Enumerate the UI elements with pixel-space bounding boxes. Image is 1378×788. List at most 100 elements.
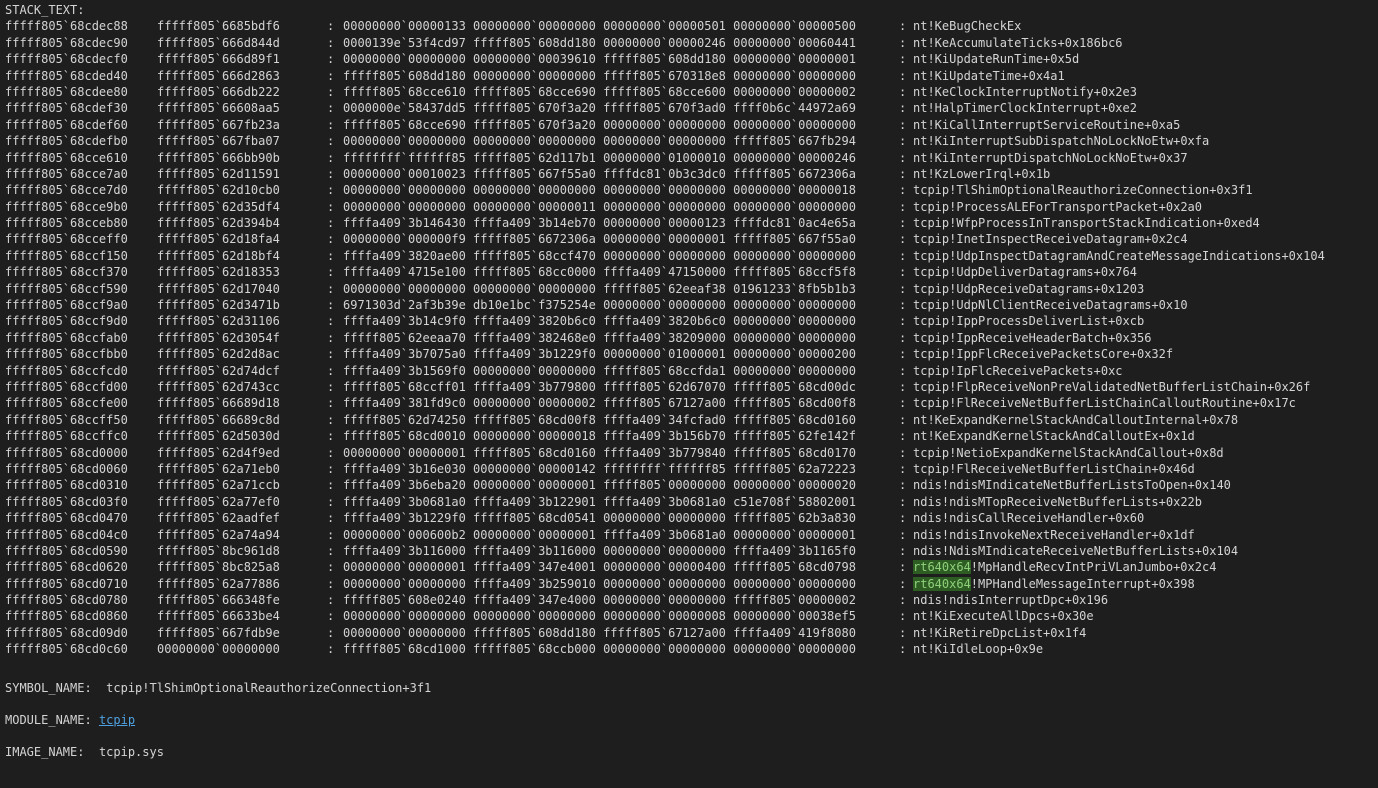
frame-module: nt <box>913 35 928 50</box>
frame-args: fffff805`68cce610 fffff805`68cce690 ffff… <box>343 84 856 99</box>
child-sp: fffff805`68cdef60 <box>5 117 128 132</box>
stack-frame-row: fffff805`68ccfbb0 fffff805`62d2d8ac: ffffa… <box>5 346 1378 362</box>
stack-frame-row: fffff805`68ccfab0 fffff805`62d3054f: fffff… <box>5 330 1378 346</box>
separator-colon: : <box>899 511 907 526</box>
separator-colon: : <box>899 543 907 558</box>
frame-call: !KiIdleLoop+0x9e <box>927 642 1044 657</box>
frame-module: nt <box>913 429 928 444</box>
separator-colon: : <box>899 19 907 34</box>
return-address: fffff805`62a77886 <box>157 576 280 591</box>
frame-call: !IppFlcReceivePacketsCore+0x32f <box>949 347 1174 362</box>
separator-colon: : <box>327 527 335 542</box>
frame-args: ffffa409`3b16e030 00000000`00000142 ffff… <box>343 461 856 476</box>
separator-colon: : <box>327 330 335 345</box>
child-sp: fffff805`68cd0590 <box>5 543 128 558</box>
stack-frame-row: fffff805`68ccf9d0 fffff805`62d31106: ffffa… <box>5 313 1378 329</box>
return-address: fffff805`62d31106 <box>157 314 280 329</box>
frame-call: !KeAccumulateTicks+0x186bc6 <box>927 35 1123 50</box>
frame-call: !ndisInterruptDpc+0x196 <box>941 593 1109 608</box>
frame-module: tcpip <box>913 216 950 231</box>
frame-args: fffff805`68cd1000 fffff805`68ccb000 0000… <box>343 642 856 657</box>
debugger-output: STACK_TEXT: fffff805`68cdec88 fffff805`66… <box>5 2 1378 777</box>
return-address: fffff805`8bc825a8 <box>157 560 280 575</box>
frame-args: ffffa409`3b6eba20 00000000`00000001 ffff… <box>343 478 856 493</box>
frame-module: nt <box>913 84 928 99</box>
child-sp: fffff805`68ccf150 <box>5 248 128 263</box>
frame-module: tcpip <box>913 281 950 296</box>
frame-call: !MPHandleMessageInterrupt+0x398 <box>970 576 1195 591</box>
separator-colon: : <box>327 396 335 411</box>
separator-colon: : <box>899 117 907 132</box>
frame-call: !KzLowerIrql+0x1b <box>927 166 1051 181</box>
child-sp: fffff805`68cdee80 <box>5 84 128 99</box>
frame-module: ndis <box>913 478 942 493</box>
frame-call: !NdisMIndicateReceiveNetBufferLists+0x10… <box>941 543 1239 558</box>
separator-colon: : <box>899 166 907 181</box>
stack-frame-list: fffff805`68cdec88 fffff805`6685bdf6:00000… <box>5 18 1378 657</box>
separator-colon: : <box>899 248 907 263</box>
return-address: fffff805`666348fe <box>157 593 280 608</box>
frame-args: 00000000`00010023 fffff805`667f55a0 ffff… <box>343 166 856 181</box>
frame-args: ffffa409`3b1229f0 fffff805`68cd0541 0000… <box>343 511 856 526</box>
stack-frame-row: fffff805`68cdec90 fffff805`666d844d:00001… <box>5 35 1378 51</box>
module-name-label: MODULE_NAME: <box>5 713 92 728</box>
separator-colon: : <box>899 445 907 460</box>
image-name-row: IMAGE_NAME: tcpip.sys <box>5 744 1378 760</box>
module-name-link[interactable]: tcpip <box>99 713 135 727</box>
separator-colon: : <box>327 461 335 476</box>
separator-colon: : <box>327 314 335 329</box>
return-address: fffff805`62d35df4 <box>157 199 280 214</box>
separator-colon: : <box>899 281 907 296</box>
frame-call: !ndisMIndicateNetBufferListsToOpen+0x140 <box>941 478 1231 493</box>
stack-frame-row: fffff805`68cdef30 fffff805`66608aa5:00000… <box>5 100 1378 116</box>
separator-colon: : <box>899 494 907 509</box>
frame-args: 00000000`00000000 fffff805`608dd180 ffff… <box>343 625 856 640</box>
frame-call: !KiUpdateTime+0x4a1 <box>927 68 1065 83</box>
separator-colon: : <box>327 134 335 149</box>
stack-text-header: STACK_TEXT: <box>5 3 85 17</box>
frame-args: 00000000`00000001 ffffa409`347e4001 0000… <box>343 560 856 575</box>
separator-colon: : <box>899 461 907 476</box>
frame-call: !KeClockInterruptNotify+0x2e3 <box>927 84 1137 99</box>
stack-frame-row: fffff805`68ccfcd0 fffff805`62d74dcf: ffffa… <box>5 363 1378 379</box>
separator-colon: : <box>327 412 335 427</box>
frame-call: !ndisCallReceiveHandler+0x60 <box>941 511 1145 526</box>
separator-colon: : <box>327 347 335 362</box>
child-sp: fffff805`68cce7d0 <box>5 183 128 198</box>
stack-frame-row: fffff805`68cded40 fffff805`666d2863: fffff… <box>5 68 1378 84</box>
frame-call: !KiExecuteAllDpcs+0x30e <box>927 609 1094 624</box>
separator-colon: : <box>899 84 907 99</box>
stack-frame-row: fffff805`68cdefb0 fffff805`667fba07:00000… <box>5 133 1378 149</box>
separator-colon: : <box>899 52 907 67</box>
frame-args: ffffffff`ffffff85 fffff805`62d117b1 0000… <box>343 150 856 165</box>
separator-colon: : <box>899 330 907 345</box>
separator-colon: : <box>327 593 335 608</box>
separator-colon: : <box>899 232 907 247</box>
return-address: fffff805`62d18fa4 <box>157 232 280 247</box>
child-sp: fffff805`68ccfd00 <box>5 379 128 394</box>
stack-frame-row: fffff805`68cd0620 fffff805`8bc825a8:00000… <box>5 559 1378 575</box>
separator-colon: : <box>899 216 907 231</box>
stack-frame-row: fffff805`68ccffc0 fffff805`62d5030d: fffff… <box>5 428 1378 444</box>
frame-module: nt <box>913 150 928 165</box>
frame-args: 00000000`00000000 00000000`00000000 0000… <box>343 183 856 198</box>
frame-args: 6971303d`2af3b39e db10e1bc`f375254e 0000… <box>343 298 856 313</box>
separator-colon: : <box>899 298 907 313</box>
return-address: fffff805`66689d18 <box>157 396 280 411</box>
stack-frame-row: fffff805`68cd04c0 fffff805`62a74a94:00000… <box>5 527 1378 543</box>
stack-frame-row: fffff805`68ccf150 fffff805`62d18bf4: ffffa… <box>5 248 1378 264</box>
frame-module: tcpip <box>913 314 950 329</box>
separator-colon: : <box>327 101 335 116</box>
frame-call: !KeExpandKernelStackAndCalloutInternal+0… <box>927 412 1239 427</box>
frame-module: nt <box>913 412 928 427</box>
frame-call: !UdpNlClientReceiveDatagrams+0x10 <box>949 298 1188 313</box>
separator-colon: : <box>899 527 907 542</box>
separator-colon: : <box>327 560 335 575</box>
frame-args: 00000000`00000000 00000000`00000000 0000… <box>343 609 856 624</box>
return-address: fffff805`6685bdf6 <box>157 19 280 34</box>
child-sp: fffff805`68cd0710 <box>5 576 128 591</box>
stack-frame-row: fffff805`68cd0860 fffff805`66633be4:00000… <box>5 608 1378 624</box>
return-address: 00000000`00000000 <box>157 642 280 657</box>
child-sp: fffff805`68cce7a0 <box>5 166 128 181</box>
child-sp: fffff805`68ccff50 <box>5 412 128 427</box>
